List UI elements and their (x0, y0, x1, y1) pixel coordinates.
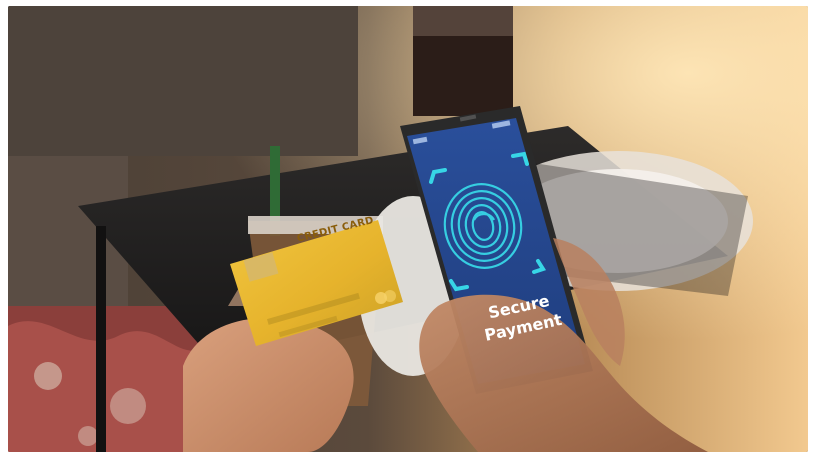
photo: CREDIT CARD Secure Payment (8, 6, 808, 452)
photo-scene (8, 6, 808, 452)
